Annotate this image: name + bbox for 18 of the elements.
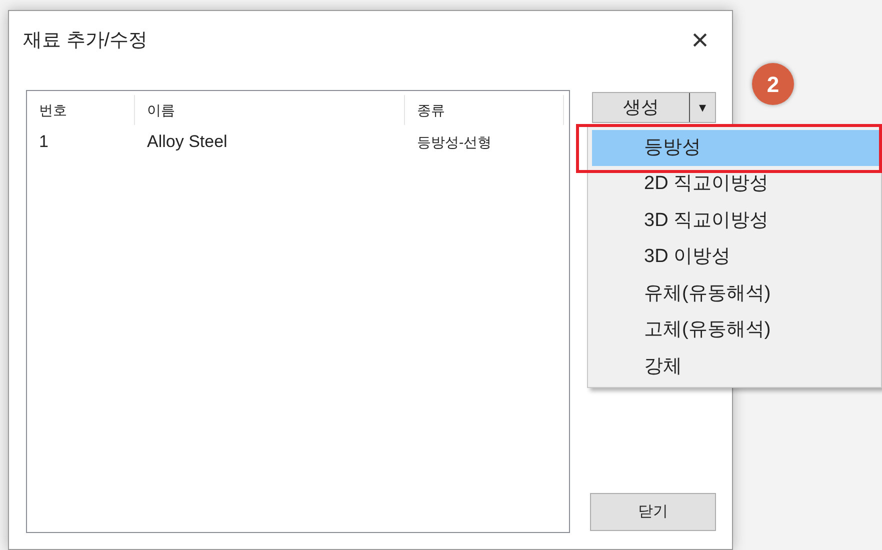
menu-item[interactable]: 강체 [592,349,881,385]
column-header[interactable]: 종류 [405,95,564,125]
menu-item[interactable]: 3D 이방성 [592,240,881,276]
table-cell-text: Alloy Steel [146,131,228,154]
menu-item[interactable]: 3D 직교이방성 [592,203,881,239]
dropdown-arrow-button[interactable]: ▾ [689,93,715,122]
column-header[interactable]: 이름 [135,95,405,125]
close-dialog-button[interactable]: 닫기 [590,493,716,531]
menu-item[interactable]: 등방성 [592,130,881,166]
step-badge: 2 [752,63,794,105]
table-cell-text: 등방성-선형 [416,132,493,152]
menu-item[interactable]: 고체(유동해석) [592,312,881,348]
column-header[interactable]: 번호 [27,95,135,125]
window-title: 재료 추가/수정 [23,28,148,53]
table-cell-text: 1 [38,131,50,154]
close-button[interactable]: × [682,23,718,59]
menu-item[interactable]: 유체(유동해석) [592,276,881,312]
create-button[interactable]: 생성 [593,93,689,122]
